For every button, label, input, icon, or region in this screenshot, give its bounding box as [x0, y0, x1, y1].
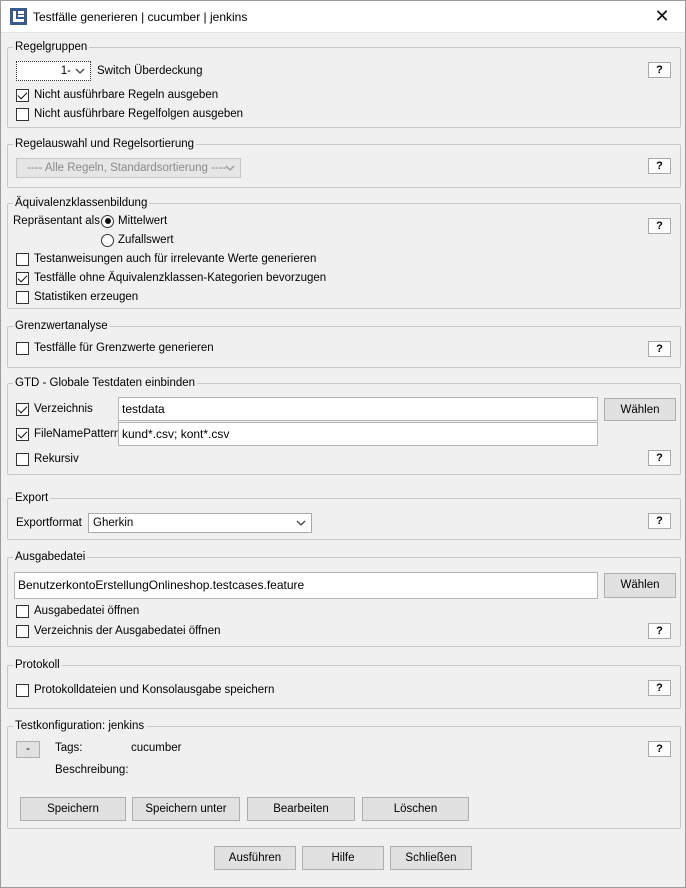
bearbeiten-button[interactable]: Bearbeiten [247, 797, 355, 821]
group-title: Grenzwertanalyse [13, 319, 110, 333]
checkbox-statistiken[interactable]: Statistiken erzeugen [16, 288, 138, 306]
help-button[interactable]: ? [648, 450, 671, 466]
filenamepattern-input[interactable]: kund*.csv; kont*.csv [118, 422, 598, 446]
group-title: Ausgabedatei [13, 550, 88, 564]
help-button[interactable]: ? [648, 62, 671, 78]
radio-circle[interactable] [101, 233, 114, 247]
speichern-unter-button[interactable]: Speichern unter [132, 797, 240, 821]
tags-value: cucumber [131, 742, 182, 754]
checkbox-irrelevante-werte[interactable]: Testanweisungen auch für irrelevante Wer… [16, 250, 316, 268]
group-regelgruppen: Regelgruppen 1- Switch Überdeckung ? Nic… [7, 40, 681, 128]
window-title: Testfälle generieren | cucumber | jenkin… [33, 10, 248, 24]
close-icon: ✕ [654, 6, 670, 26]
chevron-down-icon [225, 165, 235, 171]
checkbox-grenzwerte[interactable]: Testfälle für Grenzwerte generieren [16, 339, 214, 357]
checkbox-filenamepattern[interactable]: FileNamePattern [16, 425, 120, 443]
checkbox-box[interactable] [16, 271, 29, 285]
ausgabedatei-input[interactable]: BenutzerkontoErstellungOnlineshop.testca… [14, 572, 598, 599]
radio-mittelwert[interactable]: Mittelwert [101, 212, 167, 230]
checkbox-nicht-ausfuehrbare-regelfolgen[interactable]: Nicht ausführbare Regelfolgen ausgeben [16, 105, 243, 123]
help-button[interactable]: ? [648, 158, 671, 174]
checkbox-box[interactable] [16, 107, 29, 121]
radio-circle[interactable] [101, 214, 114, 228]
checkbox-nicht-ausfuehrbare-regeln[interactable]: Nicht ausführbare Regeln ausgeben [16, 86, 218, 104]
group-title: Export [13, 491, 51, 505]
checkbox-box[interactable] [16, 427, 29, 441]
checkbox-box[interactable] [16, 88, 29, 102]
group-title: GTD - Globale Testdaten einbinden [13, 376, 198, 390]
waehlen-ausgabedatei-button[interactable]: Wählen [604, 573, 676, 598]
checkbox-ohne-kategorien[interactable]: Testfälle ohne Äquivalenzklassen-Kategor… [16, 269, 326, 287]
group-protokoll: Protokoll Protokolldateien und Konsolaus… [7, 658, 681, 709]
checkbox-box[interactable] [16, 683, 29, 697]
help-button[interactable]: ? [648, 341, 671, 357]
help-button[interactable]: ? [648, 680, 671, 696]
group-grenzwertanalyse: Grenzwertanalyse Testfälle für Grenzwert… [7, 319, 681, 368]
verzeichnis-input[interactable]: testdata [118, 397, 598, 421]
hilfe-button[interactable]: Hilfe [302, 846, 384, 870]
exportformat-combo[interactable]: Gherkin [88, 513, 312, 533]
group-title: Regelgruppen [13, 40, 90, 54]
checkbox-protokoll-speichern[interactable]: Protokolldateien und Konsolausgabe speic… [16, 681, 274, 699]
group-aequivalenzklassenbildung: Äquivalenzklassenbildung Repräsentant al… [7, 196, 681, 309]
checkbox-box[interactable] [16, 452, 29, 466]
help-button[interactable]: ? [648, 623, 671, 639]
checkbox-box[interactable] [16, 604, 29, 618]
waehlen-verzeichnis-button[interactable]: Wählen [604, 398, 676, 421]
repraesentant-label: Repräsentant als [13, 215, 100, 227]
checkbox-verzeichnis[interactable]: Verzeichnis [16, 400, 93, 418]
group-title: Äquivalenzklassenbildung [13, 196, 150, 210]
group-gtd: GTD - Globale Testdaten einbinden Verzei… [7, 376, 681, 475]
speichern-button[interactable]: Speichern [20, 797, 126, 821]
help-button[interactable]: ? [648, 218, 671, 234]
group-export: Export Exportformat Gherkin ? [7, 491, 681, 540]
dialog-window: Testfälle generieren | cucumber | jenkin… [0, 0, 686, 888]
radio-zufallswert[interactable]: Zufallswert [101, 231, 174, 249]
group-regelauswahl: Regelauswahl und Regelsortierung ---- Al… [7, 137, 681, 188]
chevron-down-icon [296, 520, 306, 526]
regelgruppen-combo[interactable]: 1- [16, 61, 91, 81]
app-logo-icon [10, 8, 27, 25]
checkbox-box[interactable] [16, 290, 29, 304]
checkbox-box[interactable] [16, 624, 29, 638]
group-ausgabedatei: Ausgabedatei BenutzerkontoErstellungOnli… [7, 550, 681, 647]
group-testkonfiguration: Testkonfiguration: jenkins - Tags: cucum… [7, 719, 681, 829]
chevron-down-icon [75, 68, 85, 74]
checkbox-ausgabedatei-oeffnen[interactable]: Ausgabedatei öffnen [16, 602, 139, 620]
title-bar: Testfälle generieren | cucumber | jenkin… [1, 1, 685, 33]
regelgruppen-combo-label: Switch Überdeckung [97, 65, 203, 77]
group-title: Testkonfiguration: jenkins [13, 719, 147, 733]
group-title: Regelauswahl und Regelsortierung [13, 137, 197, 151]
regelauswahl-combo: ---- Alle Regeln, Standardsortierung ---… [16, 158, 241, 178]
checkbox-rekursiv[interactable]: Rekursiv [16, 450, 79, 468]
schliessen-button[interactable]: Schließen [390, 846, 472, 870]
help-button[interactable]: ? [648, 513, 671, 529]
collapse-button[interactable]: - [16, 741, 40, 758]
tags-label: Tags: [55, 742, 83, 754]
loeschen-button[interactable]: Löschen [362, 797, 469, 821]
help-button[interactable]: ? [648, 741, 671, 757]
checkbox-box[interactable] [16, 252, 29, 266]
beschreibung-label: Beschreibung: [55, 764, 129, 776]
group-title: Protokoll [13, 658, 62, 672]
checkbox-verzeichnis-oeffnen[interactable]: Verzeichnis der Ausgabedatei öffnen [16, 622, 220, 640]
ausfuehren-button[interactable]: Ausführen [214, 846, 296, 870]
exportformat-label: Exportformat [16, 517, 82, 529]
close-button[interactable]: ✕ [639, 1, 685, 32]
checkbox-box[interactable] [16, 402, 29, 416]
checkbox-box[interactable] [16, 341, 29, 355]
